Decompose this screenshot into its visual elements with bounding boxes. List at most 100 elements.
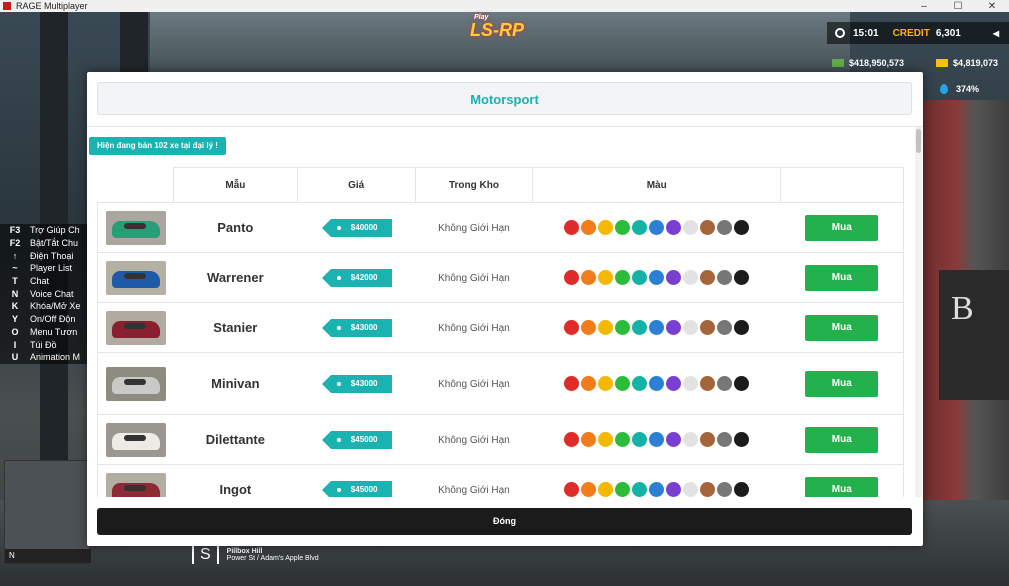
color-swatch[interactable]: [615, 482, 631, 497]
color-swatch[interactable]: [632, 432, 648, 447]
color-swatch[interactable]: [700, 270, 716, 285]
color-swatch[interactable]: [683, 220, 699, 235]
hud-time-row: 15:01 CREDIT 6,301 ◀: [827, 22, 1009, 44]
buy-button[interactable]: Mua: [805, 426, 879, 453]
color-swatch[interactable]: [666, 432, 682, 447]
color-swatch[interactable]: [564, 376, 580, 391]
color-swatch[interactable]: [649, 432, 665, 447]
column-header-image: [97, 167, 174, 203]
vehicle-image-cell: [97, 252, 174, 303]
color-swatch[interactable]: [717, 376, 733, 391]
color-swatch[interactable]: [564, 432, 580, 447]
color-swatch[interactable]: [734, 270, 750, 285]
color-swatch[interactable]: [581, 220, 597, 235]
color-swatch[interactable]: [717, 220, 733, 235]
color-swatch[interactable]: [615, 270, 631, 285]
scrollbar[interactable]: [915, 127, 922, 497]
color-swatch[interactable]: [700, 220, 716, 235]
vehicle-list-scroll[interactable]: Hiện đang bán 102 xe tại đại lý ! Mẫu Gi…: [87, 127, 923, 497]
color-swatch[interactable]: [598, 376, 614, 391]
scrollbar-thumb[interactable]: [916, 129, 921, 153]
color-swatch[interactable]: [734, 432, 750, 447]
table-header-row: Mẫu Giá Trong Kho Màu: [97, 167, 904, 203]
vehicle-name-cell: Panto: [173, 202, 298, 253]
buy-button[interactable]: Mua: [805, 314, 879, 341]
color-swatch[interactable]: [581, 320, 597, 335]
color-swatch[interactable]: [615, 376, 631, 391]
stock-value: Không Giới Hạn: [438, 322, 510, 334]
water-display: 374%: [940, 84, 979, 94]
color-swatch[interactable]: [717, 482, 733, 497]
keybind-key: ~: [12, 263, 18, 274]
close-button[interactable]: Đóng: [97, 508, 912, 535]
color-swatch[interactable]: [717, 320, 733, 335]
vehicle-colors-cell: [532, 202, 781, 253]
color-swatch[interactable]: [564, 270, 580, 285]
color-swatch[interactable]: [717, 432, 733, 447]
color-swatch[interactable]: [598, 432, 614, 447]
vehicle-image-cell: [97, 414, 174, 465]
color-swatch[interactable]: [666, 482, 682, 497]
color-swatch[interactable]: [700, 482, 716, 497]
color-swatch[interactable]: [666, 320, 682, 335]
color-swatch[interactable]: [649, 482, 665, 497]
color-swatch[interactable]: [632, 220, 648, 235]
color-swatch[interactable]: [581, 482, 597, 497]
color-swatch[interactable]: [615, 320, 631, 335]
vehicle-stock-cell: Không Giới Hạn: [415, 302, 533, 353]
buy-button[interactable]: Mua: [805, 476, 879, 497]
color-swatch[interactable]: [598, 270, 614, 285]
color-swatch[interactable]: [717, 270, 733, 285]
color-swatch[interactable]: [598, 220, 614, 235]
color-swatch[interactable]: [666, 270, 682, 285]
vehicle-colors-cell: [532, 252, 781, 303]
buy-button[interactable]: Mua: [805, 370, 879, 397]
color-swatch[interactable]: [564, 482, 580, 497]
keybind-key: Y: [11, 314, 18, 325]
color-swatch[interactable]: [700, 432, 716, 447]
buy-button[interactable]: Mua: [805, 264, 879, 291]
color-swatch[interactable]: [649, 320, 665, 335]
color-swatch[interactable]: [581, 270, 597, 285]
color-swatch[interactable]: [666, 376, 682, 391]
color-swatch[interactable]: [734, 220, 750, 235]
bank-display: $4,819,073: [936, 58, 998, 68]
color-swatch[interactable]: [734, 482, 750, 497]
color-swatch[interactable]: [683, 320, 699, 335]
vehicle-stock-cell: Không Giới Hạn: [415, 202, 533, 253]
color-swatch[interactable]: [598, 482, 614, 497]
street-info: S Pillbox Hill Power St / Adam's Apple B…: [192, 546, 319, 564]
minimap: N: [4, 460, 91, 564]
color-swatch[interactable]: [649, 376, 665, 391]
column-header-color: Màu: [532, 167, 782, 203]
color-swatch[interactable]: [666, 220, 682, 235]
color-swatch[interactable]: [581, 376, 597, 391]
color-swatch[interactable]: [649, 270, 665, 285]
color-swatch[interactable]: [615, 220, 631, 235]
color-swatch[interactable]: [734, 320, 750, 335]
color-swatch[interactable]: [615, 432, 631, 447]
color-swatch[interactable]: [632, 482, 648, 497]
color-swatch[interactable]: [564, 220, 580, 235]
color-swatch[interactable]: [581, 432, 597, 447]
area-name: Pillbox Hill: [226, 548, 263, 555]
buy-button[interactable]: Mua: [805, 214, 879, 241]
maximize-button[interactable]: ☐: [941, 1, 975, 12]
color-swatch[interactable]: [598, 320, 614, 335]
color-swatch[interactable]: [700, 376, 716, 391]
color-swatch[interactable]: [632, 320, 648, 335]
color-swatch[interactable]: [564, 320, 580, 335]
color-swatch[interactable]: [683, 482, 699, 497]
color-swatch[interactable]: [734, 376, 750, 391]
color-swatch[interactable]: [649, 220, 665, 235]
color-swatch[interactable]: [683, 270, 699, 285]
keybind-item: K Khóa/Mở Xe: [0, 300, 88, 313]
color-swatch[interactable]: [632, 376, 648, 391]
color-swatch[interactable]: [700, 320, 716, 335]
color-swatch[interactable]: [632, 270, 648, 285]
color-swatch[interactable]: [683, 376, 699, 391]
color-swatch[interactable]: [683, 432, 699, 447]
minimize-button[interactable]: –: [907, 1, 941, 12]
vehicle-action-cell: Mua: [780, 464, 904, 497]
close-window-button[interactable]: ✕: [975, 1, 1009, 12]
